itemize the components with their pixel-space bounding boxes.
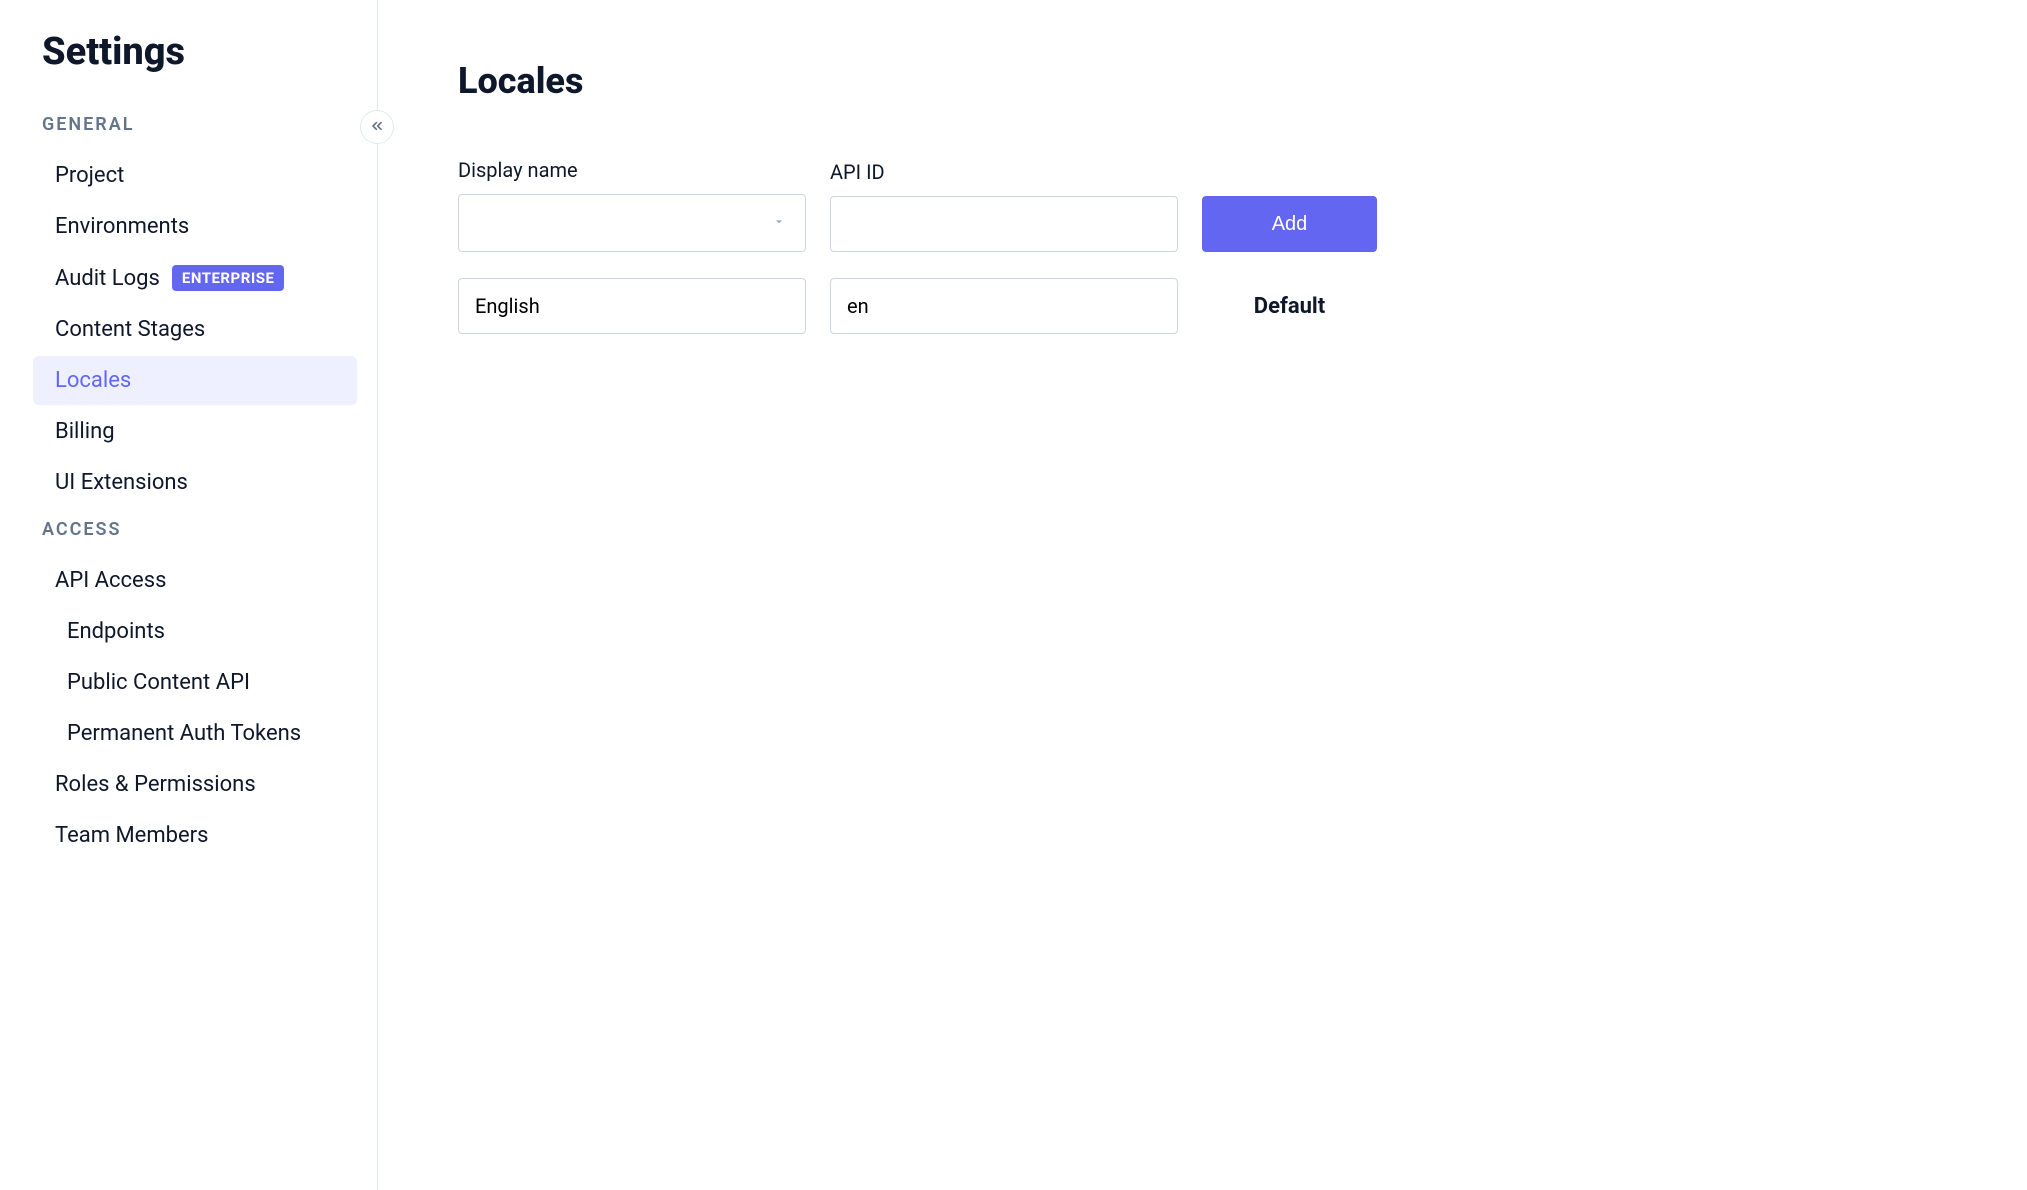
- sidebar-item-label: Environments: [55, 214, 189, 239]
- sidebar-item-label: Permanent Auth Tokens: [67, 721, 301, 746]
- sidebar-item-api-access[interactable]: API Access: [33, 556, 357, 605]
- locale-api-id[interactable]: [830, 278, 1178, 334]
- main-content: Locales Display name API ID Add: [378, 0, 2027, 1190]
- sidebar-item-billing[interactable]: Billing: [33, 407, 357, 456]
- locale-api-id-group: [830, 278, 1178, 334]
- display-name-group: Display name: [458, 158, 806, 252]
- display-name-select-wrapper: [458, 194, 806, 252]
- chevron-double-left-icon: [369, 118, 385, 137]
- locale-display-name[interactable]: [458, 278, 806, 334]
- sidebar-item-label: Public Content API: [67, 670, 250, 695]
- sidebar-item-project[interactable]: Project: [33, 151, 357, 200]
- sidebar-section-access: ACCESS API Access Endpoints Public Conte…: [0, 509, 377, 860]
- sidebar-item-label: Endpoints: [67, 619, 165, 644]
- sidebar-item-label: API Access: [55, 568, 166, 593]
- locale-row: Default: [458, 278, 1947, 334]
- sidebar-item-audit-logs[interactable]: Audit Logs ENTERPRISE: [33, 253, 357, 303]
- api-id-label: API ID: [830, 160, 1178, 184]
- sidebar-item-label: Billing: [55, 419, 115, 444]
- sidebar-item-label: Team Members: [55, 823, 208, 848]
- sidebar-item-label: UI Extensions: [55, 470, 188, 495]
- section-header-general: GENERAL: [0, 104, 377, 149]
- sidebar-item-endpoints[interactable]: Endpoints: [33, 607, 357, 656]
- locale-display-name-group: [458, 278, 806, 334]
- sidebar-item-ui-extensions[interactable]: UI Extensions: [33, 458, 357, 507]
- api-id-input[interactable]: [830, 196, 1178, 252]
- sidebar-item-locales[interactable]: Locales: [33, 356, 357, 405]
- sidebar-item-environments[interactable]: Environments: [33, 202, 357, 251]
- sidebar-item-public-content-api[interactable]: Public Content API: [33, 658, 357, 707]
- sidebar-item-label: Audit Logs: [55, 266, 160, 291]
- page-title: Locales: [458, 60, 1947, 102]
- display-name-select[interactable]: [458, 194, 806, 252]
- collapse-sidebar-button[interactable]: [360, 110, 394, 144]
- default-label: Default: [1202, 294, 1377, 319]
- sidebar-item-permanent-auth-tokens[interactable]: Permanent Auth Tokens: [33, 709, 357, 758]
- sidebar-item-label: Content Stages: [55, 317, 205, 342]
- sidebar-item-label: Roles & Permissions: [55, 772, 256, 797]
- sidebar-section-general: GENERAL Project Environments Audit Logs …: [0, 104, 377, 507]
- enterprise-badge: ENTERPRISE: [172, 265, 285, 291]
- sidebar: Settings GENERAL Project Environments Au…: [0, 0, 378, 1190]
- add-button[interactable]: Add: [1202, 196, 1377, 252]
- sidebar-item-label: Project: [55, 163, 124, 188]
- sidebar-item-content-stages[interactable]: Content Stages: [33, 305, 357, 354]
- section-header-access: ACCESS: [0, 509, 377, 554]
- locale-add-form: Display name API ID Add: [458, 158, 1947, 252]
- display-name-label: Display name: [458, 158, 806, 182]
- sidebar-item-label: Locales: [55, 368, 131, 393]
- sidebar-item-team-members[interactable]: Team Members: [33, 811, 357, 860]
- sidebar-item-roles-permissions[interactable]: Roles & Permissions: [33, 760, 357, 809]
- api-id-group: API ID: [830, 160, 1178, 252]
- settings-title: Settings: [0, 20, 377, 104]
